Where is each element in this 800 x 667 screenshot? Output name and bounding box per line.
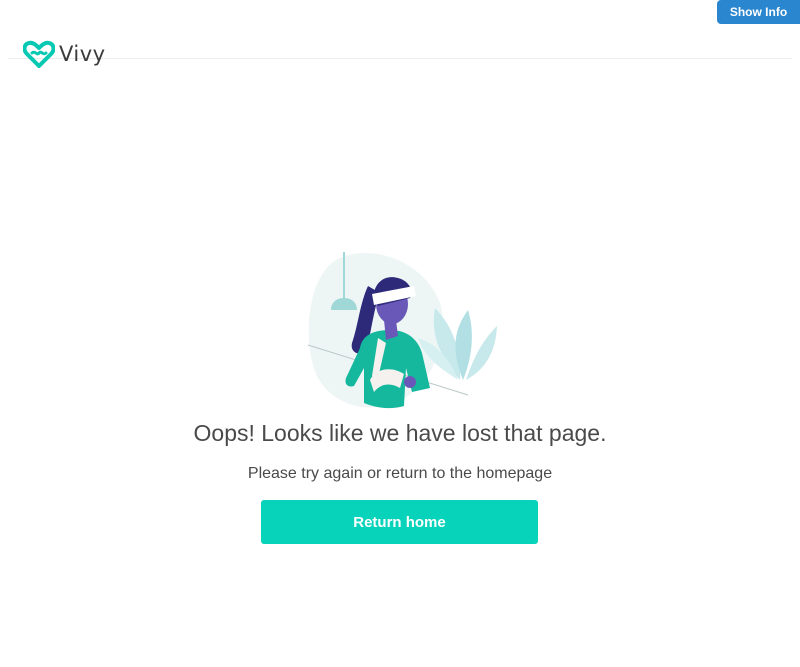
error-title: Oops! Looks like we have lost that page. — [193, 420, 607, 446]
return-home-button[interactable]: Return home — [261, 500, 538, 544]
header — [8, 0, 792, 59]
lost-page-illustration-icon — [307, 252, 497, 409]
heart-logo-icon — [23, 40, 55, 68]
logo[interactable]: Vivy — [23, 40, 106, 68]
error-subtitle: Please try again or return to the homepa… — [247, 465, 553, 482]
logo-text: Vivy — [59, 42, 106, 66]
page: Show Info Vivy Oops! Looks like we have … — [0, 0, 800, 667]
